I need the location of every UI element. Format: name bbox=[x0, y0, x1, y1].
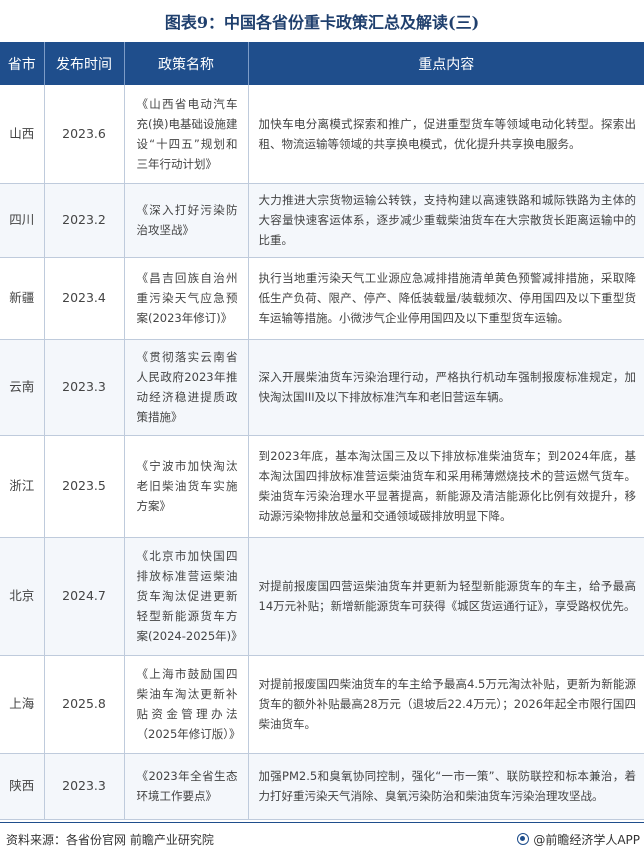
table-row: 四川 2023.2 《深入打好污染防治攻坚战》 大力推进大宗货物运输公转铁，支持… bbox=[0, 183, 644, 258]
cell-content: 执行当地重污染天气工业源应急减排措施清单黄色预警减排措施，采取降低生产负荷、限产… bbox=[248, 257, 644, 340]
table-header-row: 省市 发布时间 政策名称 重点内容 bbox=[0, 42, 644, 85]
cell-province: 陕西 bbox=[0, 753, 45, 820]
policy-table: 省市 发布时间 政策名称 重点内容 山西 2023.6 《山西省电动汽车充(换)… bbox=[0, 42, 644, 820]
table-row: 云南 2023.3 《贯彻落实云南省人民政府2023年推动经济稳进提质政策措施》… bbox=[0, 339, 644, 436]
cell-policy: 《昌吉回族自治州重污染天气应急预案(2023年修订)》 bbox=[124, 257, 249, 340]
cell-province: 浙江 bbox=[0, 435, 45, 538]
cell-date: 2023.5 bbox=[44, 435, 125, 538]
cell-date: 2023.2 bbox=[44, 183, 125, 258]
source-note: 资料来源：各省份官网 前瞻产业研究院 bbox=[6, 832, 214, 847]
cell-date: 2024.7 bbox=[44, 537, 125, 656]
chart-title: 图表9：中国各省份重卡政策汇总及解读(三) bbox=[164, 13, 480, 32]
footer: 资料来源：各省份官网 前瞻产业研究院 @前瞻经济学人APP bbox=[0, 824, 644, 854]
cell-date: 2023.3 bbox=[44, 339, 125, 436]
footer-divider bbox=[0, 822, 644, 823]
cell-province: 北京 bbox=[0, 537, 45, 656]
cell-content: 大力推进大宗货物运输公转铁，支持构建以高速铁路和城际铁路为主体的大容量快速客运体… bbox=[248, 183, 644, 258]
cell-policy: 《贯彻落实云南省人民政府2023年推动经济稳进提质政策措施》 bbox=[124, 339, 249, 436]
cell-province: 云南 bbox=[0, 339, 45, 436]
table-row: 山西 2023.6 《山西省电动汽车充(换)电基础设施建设“十四五”规划和三年行… bbox=[0, 85, 644, 184]
table-row: 上海 2025.8 《上海市鼓励国四柴油车淘汰更新补贴资金管理办法（2025年修… bbox=[0, 655, 644, 754]
cell-policy: 《深入打好污染防治攻坚战》 bbox=[124, 183, 249, 258]
table-row: 新疆 2023.4 《昌吉回族自治州重污染天气应急预案(2023年修订)》 执行… bbox=[0, 257, 644, 340]
cell-date: 2025.8 bbox=[44, 655, 125, 754]
table-row: 浙江 2023.5 《宁波市加快淘汰老旧柴油货车实施方案》 到2023年底，基本… bbox=[0, 435, 644, 538]
header-province: 省市 bbox=[0, 42, 45, 85]
cell-content: 对提前报废国四柴油货车的车主给予最高4.5万元淘汰补贴，更新为新能源货车的额外补… bbox=[248, 655, 644, 754]
table-row: 北京 2024.7 《北京市加快国四排放标准营运柴油货车淘汰促进更新轻型新能源货… bbox=[0, 537, 644, 656]
header-policy: 政策名称 bbox=[124, 42, 249, 85]
cell-province: 新疆 bbox=[0, 257, 45, 340]
cell-content: 深入开展柴油货车污染治理行动，严格执行机动车强制报废标准规定，加快淘汰国III及… bbox=[248, 339, 644, 436]
cell-policy: 《北京市加快国四排放标准营运柴油货车淘汰促进更新轻型新能源货车方案(2024-2… bbox=[124, 537, 249, 656]
cell-province: 四川 bbox=[0, 183, 45, 258]
cell-content: 对提前报废国四营运柴油货车并更新为轻型新能源货车的车主，给予最高14万元补贴；新… bbox=[248, 537, 644, 656]
cell-date: 2023.4 bbox=[44, 257, 125, 340]
cell-content: 加快车电分离模式探索和推广，促进重型货车等领域电动化转型。探索出租、物流运输等领… bbox=[248, 85, 644, 184]
cell-date: 2023.6 bbox=[44, 85, 125, 184]
header-content: 重点内容 bbox=[248, 42, 644, 85]
cell-policy: 《上海市鼓励国四柴油车淘汰更新补贴资金管理办法（2025年修订版）》 bbox=[124, 655, 249, 754]
brand-credit: @前瞻经济学人APP bbox=[517, 831, 644, 848]
cell-province: 上海 bbox=[0, 655, 45, 754]
cell-policy: 《山西省电动汽车充(换)电基础设施建设“十四五”规划和三年行动计划》 bbox=[124, 85, 249, 184]
cell-date: 2023.3 bbox=[44, 753, 125, 820]
cell-province: 山西 bbox=[0, 85, 45, 184]
cell-policy: 《2023年全省生态环境工作要点》 bbox=[124, 753, 249, 820]
brand-logo-icon bbox=[517, 833, 530, 845]
table-row: 陕西 2023.3 《2023年全省生态环境工作要点》 加强PM2.5和臭氧协同… bbox=[0, 753, 644, 820]
cell-content: 到2023年底，基本淘汰国三及以下排放标准柴油货车；到2024年底，基本淘汰国四… bbox=[248, 435, 644, 538]
cell-policy: 《宁波市加快淘汰老旧柴油货车实施方案》 bbox=[124, 435, 249, 538]
brand-label: @前瞻经济学人APP bbox=[533, 832, 640, 847]
header-date: 发布时间 bbox=[44, 42, 125, 85]
cell-content: 加强PM2.5和臭氧协同控制，强化“一市一策”、联防联控和标本兼治，着力打好重污… bbox=[248, 753, 644, 820]
